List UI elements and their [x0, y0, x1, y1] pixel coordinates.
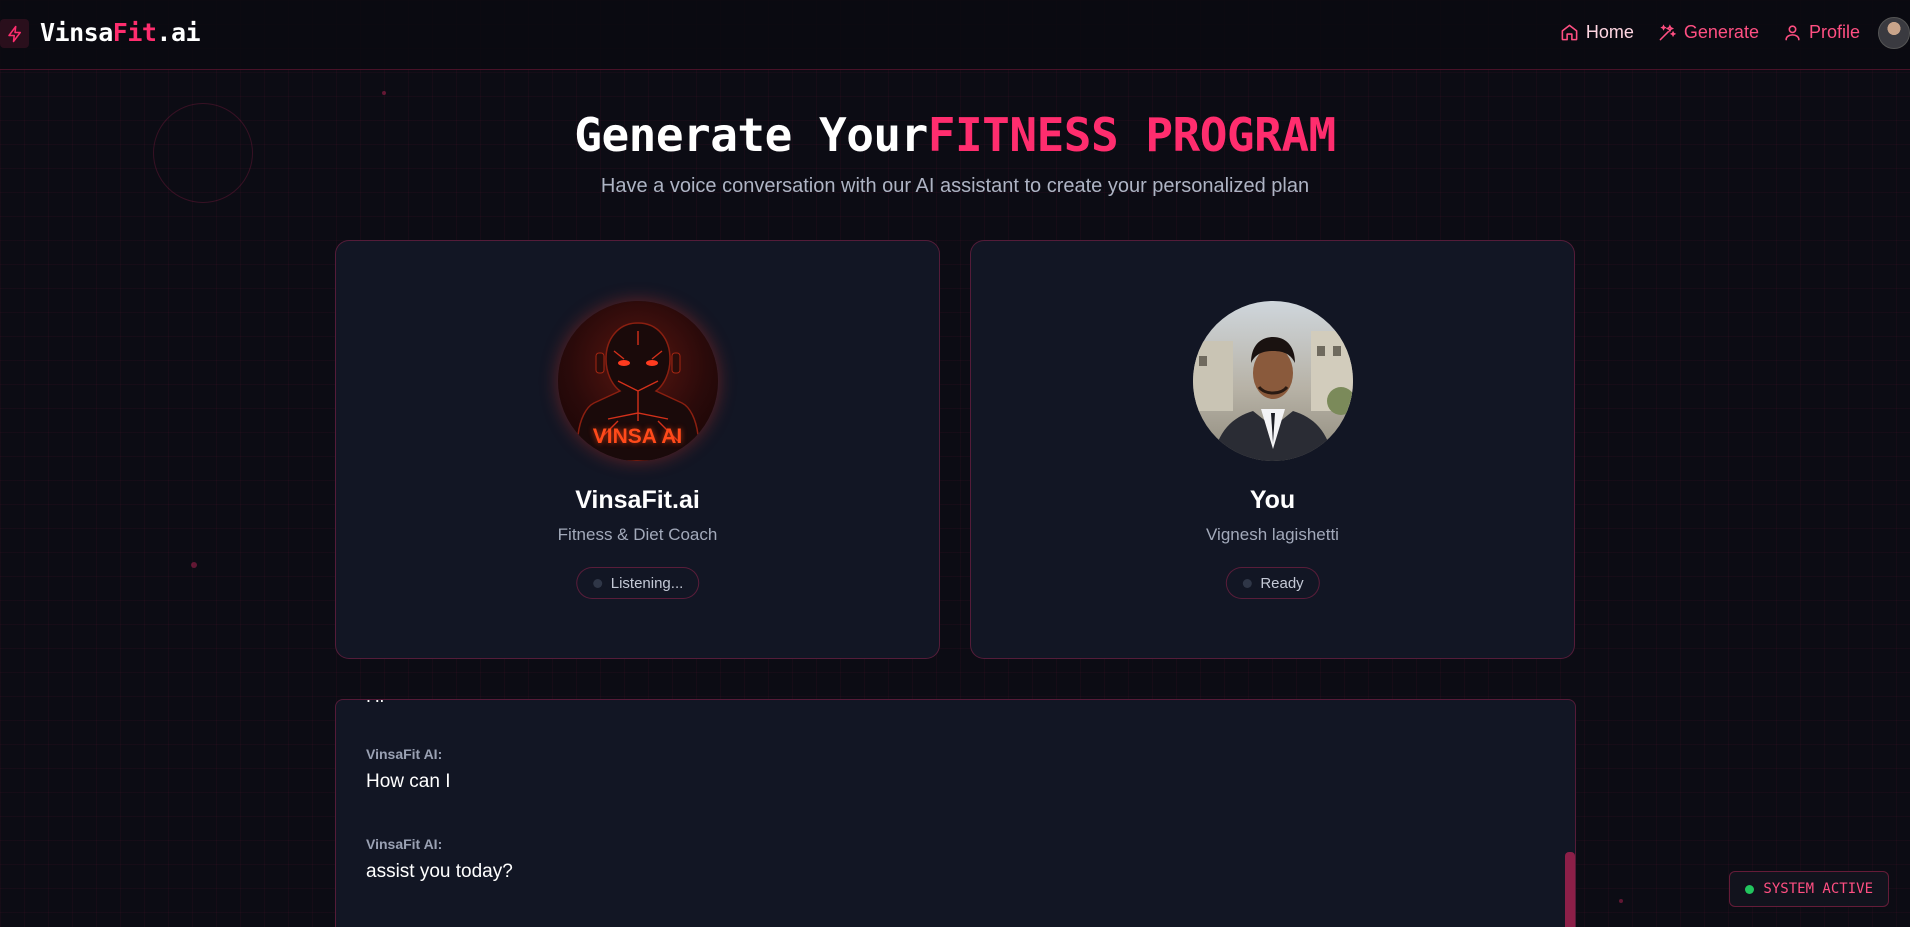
user-photo	[1192, 301, 1353, 461]
page-subtitle: Have a voice conversation with our AI as…	[600, 175, 1310, 197]
user-icon	[1785, 25, 1800, 41]
page-title-accent: FITNESS PROGRAM	[927, 108, 1336, 162]
brand-logo-part1: Vinsa	[40, 18, 113, 47]
decorative-dot	[1619, 899, 1623, 903]
conversation-transcript[interactable]: Hi VinsaFit AI: How can I VinsaFit AI: a…	[335, 699, 1576, 927]
ai-role: Fitness & Diet Coach	[557, 525, 718, 544]
home-icon	[1561, 24, 1578, 41]
message-speaker: VinsaFit AI:	[366, 746, 443, 762]
brand-logo-part3: .ai	[156, 18, 201, 47]
user-name: You	[1249, 486, 1296, 514]
brand-logo[interactable]: VinsaFit.ai	[40, 18, 201, 47]
transcript-scrollbar[interactable]	[1565, 710, 1575, 927]
user-card: You Vignesh lagishetti Ready	[970, 240, 1575, 659]
ai-name: VinsaFit.ai	[575, 486, 700, 514]
status-dot	[1242, 578, 1252, 588]
transcript-message: VinsaFit AI: assist you today?	[366, 836, 513, 883]
generate-icon	[1659, 24, 1677, 41]
brand-logo-part2: Fit	[112, 18, 157, 47]
main-nav: Home Generate Profile	[1560, 22, 1860, 43]
transcript-message: VinsaFit AI: How can I	[366, 746, 450, 793]
page-title-part1: Generate Your	[574, 108, 928, 162]
status-dot	[592, 578, 602, 588]
decorative-dot	[382, 91, 386, 95]
bolt-icon[interactable]	[0, 19, 29, 48]
user-status-label: Ready	[1260, 574, 1304, 592]
nav-home-label: Home	[1585, 22, 1634, 42]
ai-avatar: VINSA AI	[557, 301, 718, 461]
message-text: assist you today?	[366, 861, 513, 882]
nav-home[interactable]: Home	[1560, 22, 1634, 43]
system-status-badge: SYSTEM ACTIVE	[1729, 871, 1889, 907]
decorative-dot	[191, 562, 197, 568]
ai-status-badge: Listening...	[575, 567, 700, 599]
transcript-partial-message: Hi	[366, 700, 384, 708]
scrollbar-thumb[interactable]	[1565, 852, 1575, 927]
ai-status-label: Listening...	[610, 574, 684, 592]
system-status-label: SYSTEM ACTIVE	[1763, 881, 1873, 897]
message-text: How can I	[366, 771, 451, 792]
system-active-dot	[1745, 884, 1755, 894]
nav-generate[interactable]: Generate	[1658, 22, 1759, 43]
ai-avatar-label: VINSA AI	[592, 425, 683, 448]
nav-profile[interactable]: Profile	[1783, 22, 1860, 43]
user-status-badge: Ready	[1225, 567, 1320, 599]
top-navbar: VinsaFit.ai Home Generate Profile	[0, 0, 1910, 70]
user-avatar-button[interactable]	[1878, 17, 1910, 49]
user-fullname: Vignesh lagishetti	[1206, 525, 1339, 544]
message-speaker: VinsaFit AI:	[366, 836, 443, 852]
nav-generate-label: Generate	[1683, 22, 1759, 42]
ai-assistant-card: VINSA AI VinsaFit.ai Fitness & Diet Coac…	[335, 240, 940, 659]
page-title: Generate YourFITNESS PROGRAM	[0, 108, 1910, 162]
nav-profile-label: Profile	[1808, 22, 1860, 42]
